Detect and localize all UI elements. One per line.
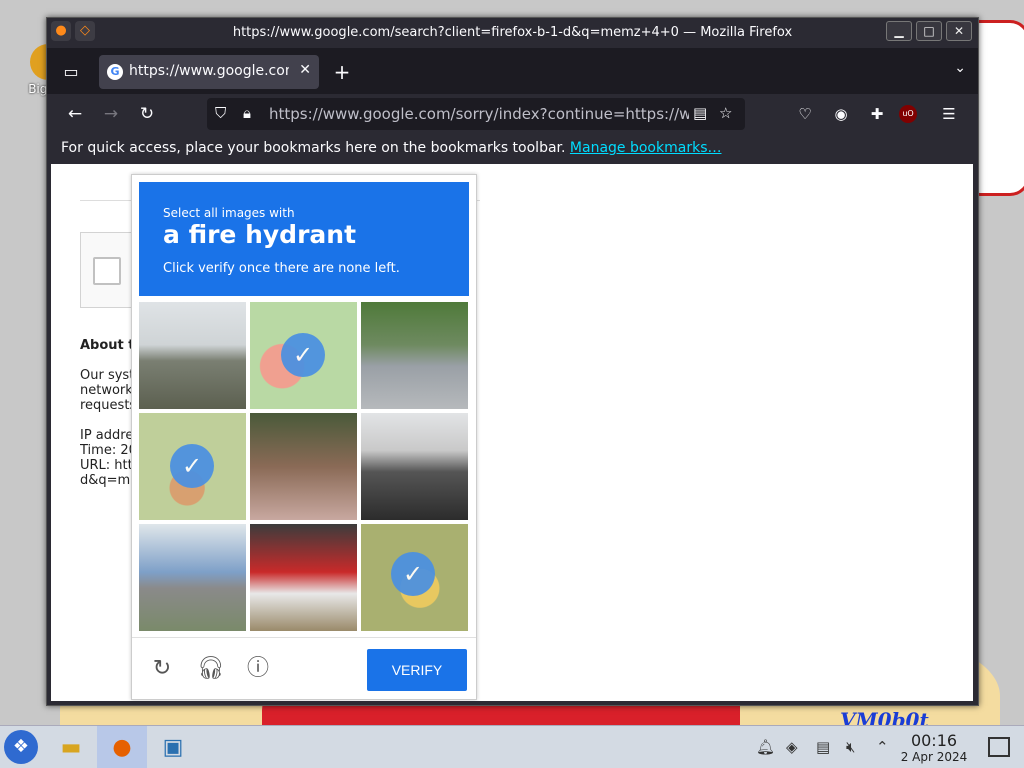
tab-google[interactable]: G https://www.google.com/ ✕	[99, 55, 319, 89]
clipboard-icon[interactable]: ▤	[816, 738, 830, 756]
captcha-tile[interactable]: ✓	[250, 302, 357, 409]
captcha-tile[interactable]: ✓	[361, 524, 468, 631]
extensions-icon[interactable]: ✚	[863, 100, 891, 128]
captcha-instruction: Select all images with	[163, 206, 295, 220]
captcha-tile[interactable]	[250, 413, 357, 520]
checkmark-icon: ✓	[170, 444, 214, 488]
back-button[interactable]: ←	[61, 100, 89, 128]
taskbar: ❖ ▬ ● ▣ 🔔︎ ◈ ▤ 🔇︎ ⌃ 00:16 2 Apr 2024	[0, 725, 1024, 768]
tray-expand-icon[interactable]: ⌃	[876, 738, 889, 756]
recaptcha-checkbox[interactable]	[93, 257, 121, 285]
url-bar[interactable]: ⛉ 🔒︎ https://www.google.com/sorry/index?…	[207, 98, 745, 130]
ublock-badge: uO	[899, 105, 917, 123]
captcha-tile[interactable]	[361, 413, 468, 520]
forward-button[interactable]: →	[97, 100, 125, 128]
updates-icon[interactable]: ◈	[786, 738, 798, 756]
url-text[interactable]: https://www.google.com/sorry/index?conti…	[269, 105, 689, 123]
window-title: https://www.google.com/search?client=fir…	[232, 25, 793, 40]
menu-icon[interactable]: ☰	[935, 100, 963, 128]
window-titlebar[interactable]: ● ◇ https://www.google.com/search?client…	[47, 18, 978, 48]
bookmarks-message: For quick access, place your bookmarks h…	[61, 140, 566, 156]
clock-time: 00:16	[910, 731, 958, 750]
volume-muted-icon[interactable]: 🔇︎	[846, 738, 855, 756]
clock-date: 2 Apr 2024	[900, 750, 968, 764]
verify-button[interactable]: VERIFY	[367, 649, 467, 691]
captcha-subinstruction: Click verify once there are none left.	[163, 261, 400, 276]
close-tab-icon[interactable]: ✕	[299, 62, 311, 78]
close-button[interactable]: ✕	[946, 21, 972, 41]
new-tab-button[interactable]: +	[329, 59, 355, 85]
captcha-tile[interactable]	[139, 524, 246, 631]
firefox-view-icon[interactable]: ▭	[55, 56, 87, 88]
list-all-tabs-button[interactable]: ⌄	[954, 60, 966, 76]
navigation-toolbar: ← → ↻ ⛉ 🔒︎ https://www.google.com/sorry/…	[47, 94, 978, 134]
captcha-tile[interactable]	[139, 302, 246, 409]
tab-label: https://www.google.com/	[129, 63, 289, 79]
captcha-grid: ✓ ✓ ✓	[139, 302, 469, 632]
notifications-icon[interactable]: 🔔︎	[756, 738, 775, 756]
firefox-window: ● ◇ https://www.google.com/search?client…	[46, 17, 979, 706]
file-manager-icon[interactable]: ▬	[46, 726, 96, 768]
google-favicon-icon: G	[107, 64, 123, 80]
pocket-icon[interactable]: ♡	[791, 100, 819, 128]
tracking-protection-icon[interactable]: ⛉	[215, 104, 226, 122]
ublock-icon[interactable]: uO	[899, 100, 927, 128]
reload-button[interactable]: ↻	[133, 100, 161, 128]
bookmark-star-icon[interactable]: ☆	[719, 104, 732, 122]
start-menu-icon[interactable]: ❖	[4, 730, 38, 764]
account-icon[interactable]: ◉	[827, 100, 855, 128]
show-desktop-icon[interactable]	[988, 737, 1010, 757]
control-panel-icon[interactable]: ▣	[148, 726, 198, 768]
bookmarks-toolbar: For quick access, place your bookmarks h…	[47, 134, 978, 164]
reload-challenge-icon[interactable]: ↻	[149, 656, 175, 682]
lock-icon[interactable]: 🔒︎	[243, 104, 251, 122]
captcha-tile[interactable]	[250, 524, 357, 631]
captcha-tile[interactable]: ✓	[139, 413, 246, 520]
info-icon[interactable]: ⓘ	[245, 656, 271, 682]
maximize-button[interactable]: □	[916, 21, 942, 41]
tab-strip: ▭ G https://www.google.com/ ✕ + ⌄	[47, 48, 978, 94]
reader-view-icon[interactable]: ▤	[693, 104, 707, 122]
captcha-challenge: Select all images with a fire hydrant Cl…	[131, 174, 477, 700]
audio-challenge-icon[interactable]: 🎧︎	[197, 656, 225, 682]
page-content: About th Our syste network. requests IP …	[51, 164, 973, 701]
firefox-taskbar-icon[interactable]: ●	[97, 726, 147, 768]
captcha-header: Select all images with a fire hydrant Cl…	[139, 182, 469, 296]
clock[interactable]: 00:16 2 Apr 2024	[896, 731, 972, 764]
captcha-tile[interactable]	[361, 302, 468, 409]
checkmark-icon: ✓	[391, 552, 435, 596]
captcha-footer: ↻ 🎧︎ ⓘ VERIFY	[132, 637, 476, 700]
minimize-button[interactable]: ▁	[886, 21, 912, 41]
checkmark-icon: ✓	[281, 333, 325, 377]
captcha-target: a fire hydrant	[163, 220, 357, 249]
manage-bookmarks-link[interactable]: Manage bookmarks…	[570, 140, 722, 156]
